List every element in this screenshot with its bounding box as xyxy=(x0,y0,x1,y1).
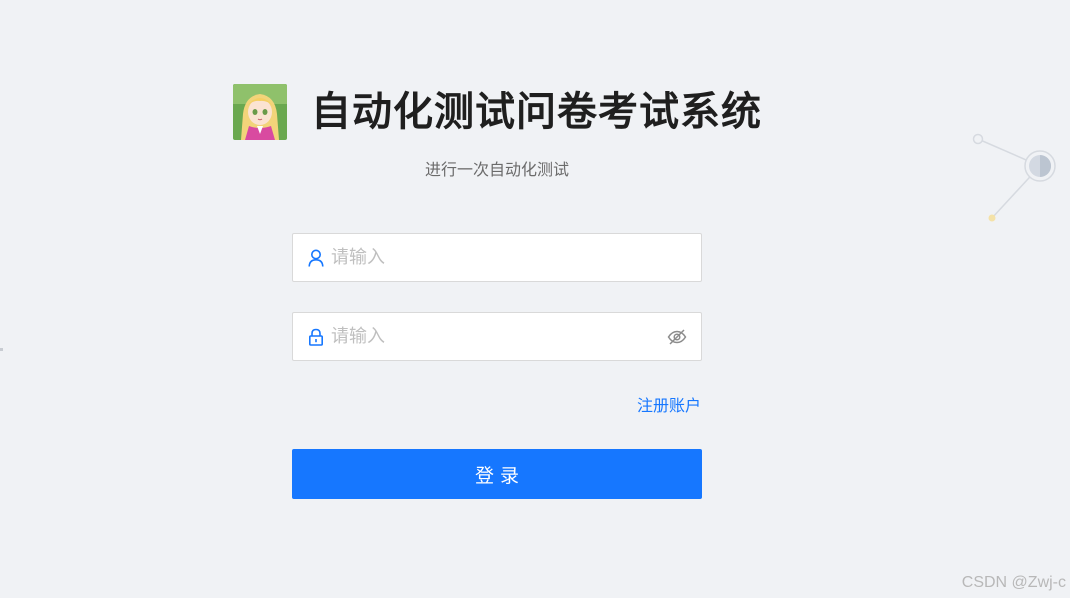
decorative-dot xyxy=(0,348,3,351)
header: 自动化测试问卷考试系统 xyxy=(233,84,762,140)
user-icon xyxy=(308,249,324,267)
decorative-graphic xyxy=(972,133,1056,222)
eye-invisible-icon[interactable] xyxy=(666,326,688,348)
login-button[interactable]: 登录 xyxy=(292,449,702,499)
password-field[interactable] xyxy=(292,312,702,361)
logo xyxy=(233,84,287,140)
page-subtitle: 进行一次自动化测试 xyxy=(424,160,569,179)
lock-icon xyxy=(308,328,324,346)
password-input[interactable] xyxy=(331,313,660,360)
watermark: CSDN @Zwj-c xyxy=(961,574,1066,591)
username-field[interactable] xyxy=(292,233,702,282)
login-page: 自动化测试问卷考试系统 进行一次自动化测试 注 xyxy=(0,0,1070,598)
register-link[interactable]: 注册账户 xyxy=(637,395,701,417)
page-title: 自动化测试问卷考试系统 xyxy=(311,89,762,135)
username-input[interactable] xyxy=(331,234,701,281)
